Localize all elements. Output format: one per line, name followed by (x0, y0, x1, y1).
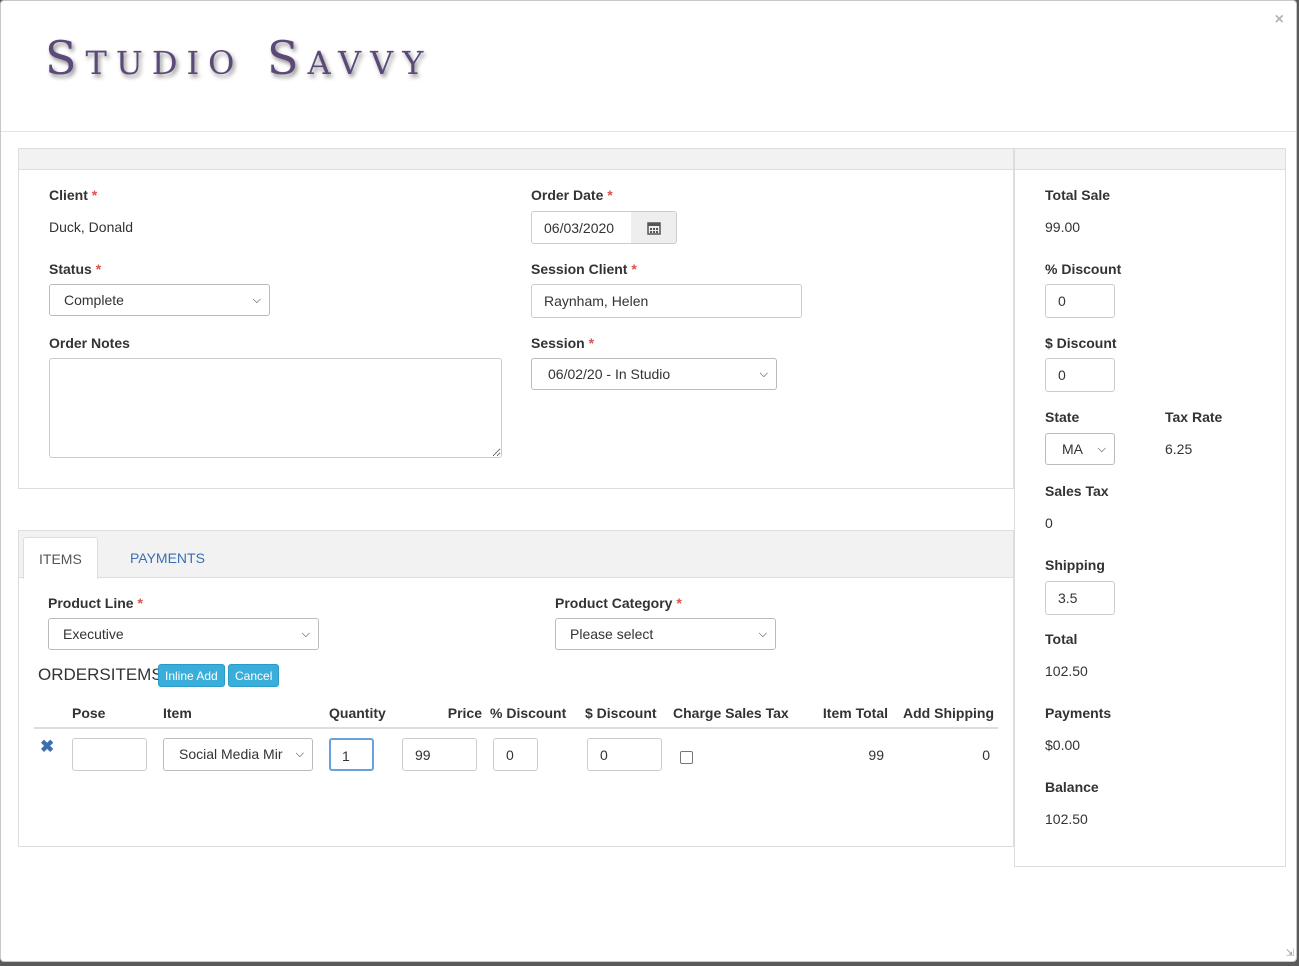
price-input[interactable]: 99 (402, 738, 477, 771)
table-header-row: Pose Item Quantity Price % Discount $ Di… (34, 698, 998, 729)
chevron-down-icon: ⌵ (758, 628, 767, 640)
shipping-input[interactable]: 3.5 (1045, 581, 1115, 615)
total-label: Total (1045, 631, 1078, 647)
client-value: Duck, Donald (49, 219, 134, 235)
chevron-down-icon: ⌵ (301, 628, 310, 640)
pct-discount-input[interactable]: 0 (1045, 284, 1115, 318)
chevron-down-icon: ⌵ (293, 739, 304, 769)
close-button[interactable]: × (1275, 11, 1284, 29)
inline-add-button[interactable]: Inline Add (158, 664, 225, 687)
tax-rate-value: 6.25 (1165, 441, 1193, 457)
column-header-add-shipping: Add Shipping (892, 698, 998, 729)
order-items-table: Pose Item Quantity Price % Discount $ Di… (34, 698, 998, 729)
pct-discount-label: % Discount (1045, 261, 1122, 277)
status-select[interactable]: Complete ⌵ (49, 284, 270, 316)
summary-panel: Total Sale 99.00 % Discount 0 $ Discount… (1014, 148, 1286, 867)
charge-sales-tax-checkbox[interactable] (680, 751, 693, 764)
total-value: 102.50 (1045, 663, 1088, 679)
client-label: Client * (49, 187, 98, 203)
balance-value: 102.50 (1045, 811, 1088, 827)
session-label: Session * (531, 335, 595, 351)
total-sale-label: Total Sale (1045, 187, 1111, 203)
order-date-input[interactable]: 06/03/2020 (531, 211, 637, 244)
tab-items[interactable]: ITEMS (23, 537, 98, 579)
column-header-item: Item (159, 698, 325, 729)
column-header-quantity: Quantity (325, 698, 398, 729)
shipping-label: Shipping (1045, 557, 1105, 573)
tab-payments[interactable]: PAYMENTS (115, 537, 220, 579)
resize-handle[interactable]: ⇲ (1286, 948, 1294, 959)
add-shipping-value: 0 (982, 747, 990, 763)
total-sale-value: 99.00 (1045, 219, 1081, 235)
product-category-label: Product Category * (555, 595, 682, 611)
sales-tax-value: 0 (1045, 515, 1053, 531)
sales-tax-label: Sales Tax (1045, 483, 1109, 499)
delete-column-header (34, 698, 68, 729)
balance-label: Balance (1045, 779, 1099, 795)
panel-header (19, 149, 1013, 170)
quantity-input[interactable]: 1 (329, 738, 374, 771)
order-details-panel: Client * Duck, Donald Status * Complete ⌵… (18, 148, 1014, 489)
calendar-button[interactable] (631, 211, 677, 244)
panel-header (1015, 149, 1285, 170)
item-total-value: 99 (868, 747, 884, 763)
calendar-icon (646, 222, 661, 236)
tab-bar: ITEMS PAYMENTS (19, 530, 1013, 579)
dollar-discount-input[interactable]: 0 (1045, 358, 1115, 392)
remove-icon[interactable]: ✖ (40, 737, 54, 757)
state-label: State (1045, 409, 1080, 425)
column-header-pose: Pose (68, 698, 159, 729)
column-header-dollar-discount: $ Discount (581, 698, 669, 729)
chevron-down-icon: ⌵ (1097, 443, 1106, 455)
column-header-item-total: Item Total (804, 698, 892, 729)
item-select[interactable]: Social Media Mir ⌵ (163, 738, 313, 771)
cancel-button[interactable]: Cancel (228, 664, 280, 687)
payments-label: Payments (1045, 705, 1112, 721)
chevron-down-icon: ⌵ (759, 368, 768, 380)
payments-value: $0.00 (1045, 737, 1081, 753)
session-select[interactable]: 06/02/20 - In Studio ⌵ (531, 358, 777, 390)
status-label: Status * (49, 261, 102, 277)
ordersitems-title: ORDERSITEMS (38, 665, 163, 684)
column-header-pct-discount: % Discount (486, 698, 581, 729)
column-header-price: Price (398, 698, 486, 729)
session-client-input[interactable]: Raynham, Helen (531, 284, 802, 318)
session-client-label: Session Client * (531, 261, 637, 277)
item-pct-discount-input[interactable]: 0 (493, 738, 538, 771)
pose-input[interactable] (72, 738, 147, 771)
header-divider (1, 131, 1296, 132)
product-line-select[interactable]: Executive ⌵ (48, 618, 319, 650)
product-line-label: Product Line * (48, 595, 143, 611)
order-date-label: Order Date * (531, 187, 613, 203)
dollar-discount-label: $ Discount (1045, 335, 1117, 351)
order-notes-textarea[interactable] (49, 358, 502, 458)
order-notes-label: Order Notes (49, 335, 130, 351)
product-category-select[interactable]: Please select ⌵ (555, 618, 776, 650)
state-select[interactable]: MA ⌵ (1045, 433, 1115, 465)
chevron-down-icon: ⌵ (252, 294, 261, 306)
item-dollar-discount-input[interactable]: 0 (587, 738, 662, 771)
order-modal: × Studio Savvy Client * Duck, Donald Sta… (0, 0, 1297, 962)
tax-rate-label: Tax Rate (1165, 409, 1223, 425)
column-header-charge-sales-tax: Charge Sales Tax (669, 698, 804, 729)
studio-savvy-logo: Studio Savvy (45, 31, 433, 85)
